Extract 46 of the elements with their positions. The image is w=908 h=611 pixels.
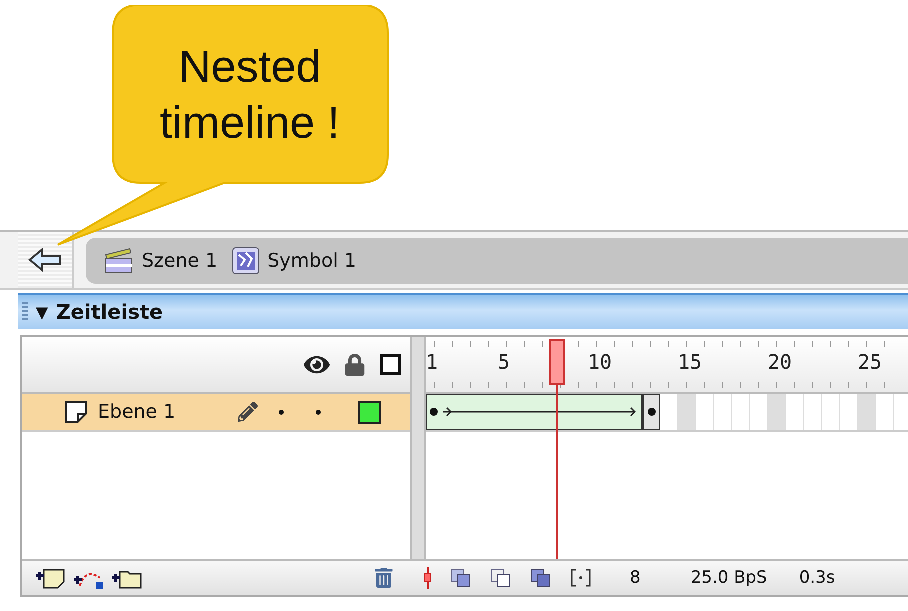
panel-title: Zeitleiste: [56, 300, 164, 324]
clapperboard-icon: [104, 247, 134, 275]
edit-multiple-button[interactable]: [530, 568, 552, 588]
callout-text: Nested timeline !: [158, 40, 342, 150]
visible-dot-icon[interactable]: [279, 410, 284, 414]
elapsed-time: 0.3s: [799, 568, 836, 588]
playhead-marker-icon: [424, 567, 432, 589]
keyframe-dot-icon: [648, 408, 656, 416]
back-arrow-icon: [28, 248, 62, 272]
collapse-toggle[interactable]: ▼: [36, 302, 48, 322]
trash-icon: [374, 568, 394, 588]
onion-skin-icon: [450, 568, 472, 588]
frame-cell[interactable]: [858, 394, 876, 430]
center-frame-button[interactable]: [424, 567, 432, 589]
breadcrumb-item[interactable]: Symbol 1: [232, 247, 356, 275]
multiple-frames-icon: [530, 568, 552, 588]
frame-number: 20: [768, 350, 792, 374]
pencil-icon: [238, 402, 258, 422]
frame-cell[interactable]: [768, 394, 786, 430]
onion-outline-icon: [490, 568, 512, 588]
layer-icon: [64, 400, 88, 424]
delete-button[interactable]: [374, 568, 394, 588]
bracket-icon: [570, 568, 592, 588]
keyframe[interactable]: [642, 394, 660, 430]
lock-icon[interactable]: [344, 354, 366, 376]
lock-dot-icon[interactable]: [316, 410, 321, 414]
onion-skin-button[interactable]: [450, 568, 472, 588]
symbol-icon: [232, 247, 260, 275]
back-button[interactable]: [18, 232, 74, 288]
frame-number: 10: [588, 350, 612, 374]
frame-number: 25: [858, 350, 882, 374]
outline-swatch[interactable]: [358, 400, 381, 424]
frame-cell[interactable]: [678, 394, 696, 430]
playhead-handle[interactable]: [549, 339, 566, 385]
frame-number: 5: [498, 350, 510, 374]
frame-number: 15: [678, 350, 702, 374]
layer-name: Ebene 1: [98, 401, 177, 423]
current-frame: 8: [630, 568, 641, 588]
frame-rate: 25.0 BpS: [690, 568, 768, 588]
layer-row[interactable]: Ebene 1: [22, 392, 410, 432]
breadcrumb-item[interactable]: Szene 1: [104, 247, 218, 275]
onion-markers-button[interactable]: [570, 568, 592, 588]
grip-icon: [22, 302, 28, 322]
onion-outline-button[interactable]: [490, 568, 512, 588]
outline-icon[interactable]: [380, 354, 402, 376]
frame-number: 1: [426, 350, 438, 374]
